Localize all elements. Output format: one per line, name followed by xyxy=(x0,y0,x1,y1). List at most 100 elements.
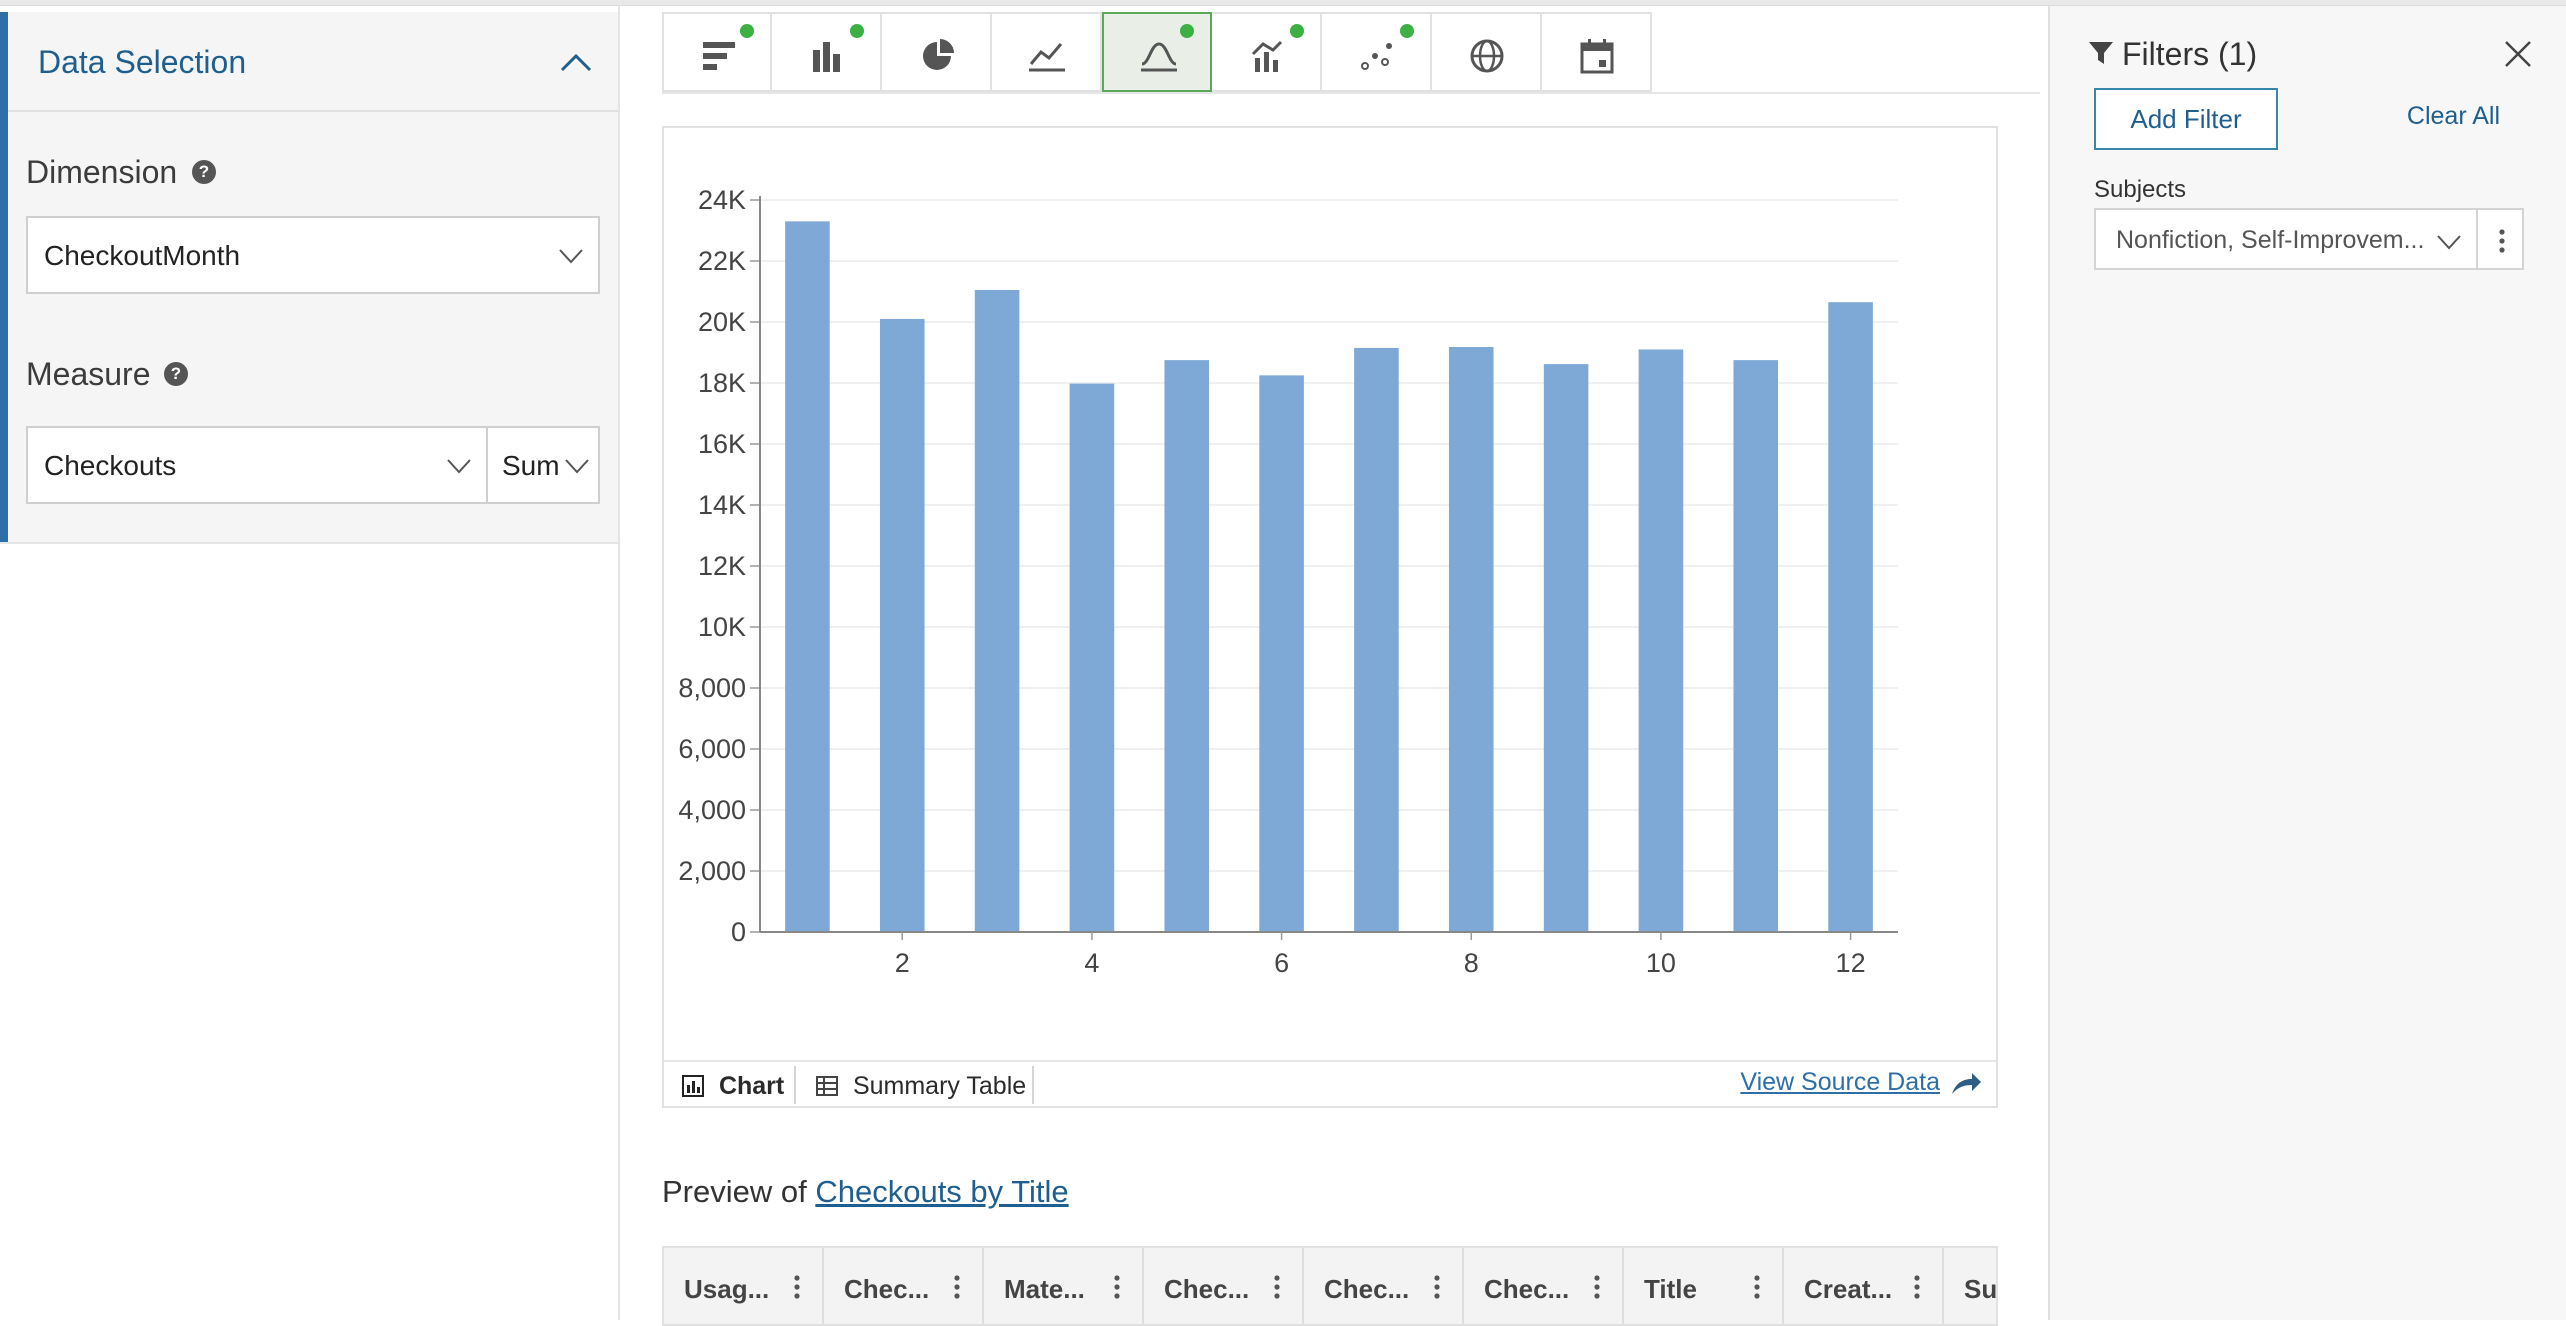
chevron-up-icon[interactable] xyxy=(556,42,596,82)
bar xyxy=(1733,360,1779,932)
column-chart-icon xyxy=(813,42,840,72)
kebab-menu-icon[interactable] xyxy=(1594,1274,1600,1300)
clear-all-link[interactable]: Clear All xyxy=(2407,102,2500,131)
bar xyxy=(1259,375,1304,932)
bar-chart: 0 2,000 4,000 6,000 8,000 10K 12K 14K 16K 18K 20K 2… xyxy=(678,185,1898,978)
measure-select-value: Checkouts xyxy=(44,450,177,481)
bar xyxy=(879,318,925,932)
data-selection-panel: Data Selection Dimension ? CheckoutMonth… xyxy=(0,6,620,1320)
kebab-menu-icon xyxy=(2499,229,2505,253)
y-tick-label: 10K xyxy=(698,612,746,642)
x-tick-label: 10 xyxy=(1646,948,1676,978)
data-selection-header[interactable]: Data Selection xyxy=(8,12,618,112)
x-tick-label: 8 xyxy=(1464,948,1479,978)
x-tick-label: 2 xyxy=(895,948,910,978)
y-tick-label: 20K xyxy=(698,307,746,337)
column-header-label: Usag... xyxy=(684,1274,770,1304)
preview-heading: Preview of Checkouts by Title xyxy=(662,1174,1069,1210)
subjects-filter-menu-button[interactable] xyxy=(2476,208,2524,270)
y-tick-label: 18K xyxy=(698,368,746,398)
line-chart-button[interactable] xyxy=(992,12,1102,92)
chart-tab[interactable]: Chart xyxy=(682,1066,784,1106)
close-icon[interactable] xyxy=(2502,38,2534,70)
kebab-menu-icon[interactable] xyxy=(1274,1274,1280,1300)
y-tick-label: 0 xyxy=(731,917,746,947)
combo-chart-button[interactable] xyxy=(1212,12,1322,92)
y-tick-label: 22K xyxy=(698,246,746,276)
y-tick-label: 4,000 xyxy=(678,795,746,825)
table-column-header[interactable]: Title xyxy=(1624,1248,1784,1324)
kebab-menu-icon[interactable] xyxy=(1434,1274,1440,1300)
kebab-menu-icon[interactable] xyxy=(794,1274,800,1300)
measure-select[interactable]: Checkouts xyxy=(26,426,488,504)
map-chart-button[interactable] xyxy=(1432,12,1542,92)
aggregation-select[interactable]: Sum xyxy=(486,426,600,504)
tab-divider xyxy=(1032,1066,1034,1104)
table-column-header[interactable]: Su xyxy=(1944,1248,1998,1324)
scatter-chart-button[interactable] xyxy=(1322,12,1432,92)
toolbar-divider xyxy=(662,92,2040,94)
scatter-chart-icon xyxy=(1361,43,1392,70)
kebab-menu-icon[interactable] xyxy=(954,1274,960,1300)
chart-card: 0 2,000 4,000 6,000 8,000 10K 12K 14K 16K 18K 20K 2… xyxy=(662,126,1998,1108)
add-filter-button[interactable]: Add Filter xyxy=(2094,88,2278,150)
combo-chart-icon xyxy=(1251,40,1283,72)
preview-prefix: Preview of xyxy=(662,1174,816,1209)
kebab-menu-icon[interactable] xyxy=(1114,1274,1120,1300)
measure-help-icon[interactable]: ? xyxy=(164,362,188,386)
status-dot xyxy=(740,24,754,38)
pie-chart-icon xyxy=(923,39,954,70)
distribution-chart-button[interactable] xyxy=(1102,12,1212,92)
table-column-header[interactable]: Mate... xyxy=(984,1248,1144,1324)
table-column-header[interactable]: Chec... xyxy=(1304,1248,1464,1324)
summary-table-tab-label: Summary Table xyxy=(852,1072,1027,1100)
pie-chart-button[interactable] xyxy=(882,12,992,92)
subjects-filter-value: Nonfiction, Self-Improvem... xyxy=(2116,226,2425,254)
column-header-label: Su xyxy=(1964,1274,1998,1304)
summary-table-tab[interactable]: Summary Table xyxy=(816,1066,1026,1106)
y-tick-label: 6,000 xyxy=(678,734,746,764)
chevron-down-icon xyxy=(2437,235,2461,250)
chart-type-toolbar xyxy=(662,12,1652,94)
bar xyxy=(1448,347,1494,932)
view-source-data-link[interactable]: View Source Data xyxy=(1740,1068,1940,1097)
column-header-label: Chec... xyxy=(1164,1274,1250,1304)
y-tick-label: 12K xyxy=(698,551,746,581)
bar xyxy=(785,221,830,933)
status-dot xyxy=(1180,24,1194,38)
column-chart-button[interactable] xyxy=(772,12,882,92)
chevron-down-icon xyxy=(559,249,583,264)
table-column-header[interactable]: Chec... xyxy=(1144,1248,1304,1324)
column-header-label: Mate... xyxy=(1004,1274,1085,1304)
x-tick-label: 12 xyxy=(1836,948,1866,978)
y-tick-label: 8,000 xyxy=(678,673,746,703)
globe-map-icon xyxy=(1470,39,1504,73)
kebab-menu-icon[interactable] xyxy=(1914,1274,1920,1300)
distribution-chart-icon xyxy=(1141,42,1177,72)
dimension-select-value: CheckoutMonth xyxy=(44,240,241,271)
bar xyxy=(1638,349,1684,932)
horizontal-bar-chart-icon xyxy=(703,42,735,70)
dataset-link[interactable]: Checkouts by Title xyxy=(815,1174,1068,1209)
kebab-menu-icon[interactable] xyxy=(1754,1274,1760,1300)
table-column-header[interactable]: Creat... xyxy=(1784,1248,1944,1324)
chevron-down-icon xyxy=(565,459,589,474)
data-selection-card: Data Selection Dimension ? CheckoutMonth… xyxy=(0,12,618,544)
column-header-label: Title xyxy=(1644,1274,1697,1304)
x-tick-label: 4 xyxy=(1084,948,1099,978)
subjects-filter-select[interactable]: Nonfiction, Self-Improvem... xyxy=(2094,208,2478,270)
y-tick-label: 24K xyxy=(698,185,746,215)
share-arrow-icon[interactable] xyxy=(1950,1070,1982,1098)
horizontal-bar-chart-button[interactable] xyxy=(662,12,772,92)
dimension-select[interactable]: CheckoutMonth xyxy=(26,216,600,294)
table-column-header[interactable]: Usag... xyxy=(664,1248,824,1324)
calendar-chart-button[interactable] xyxy=(1542,12,1652,92)
y-tick-label: 14K xyxy=(698,490,746,520)
chevron-down-icon xyxy=(447,459,471,474)
panel-accent-bar xyxy=(0,12,8,542)
table-column-header[interactable]: Chec... xyxy=(824,1248,984,1324)
subjects-filter-label: Subjects xyxy=(2094,176,2187,203)
dimension-help-icon[interactable]: ? xyxy=(192,160,216,184)
table-column-header[interactable]: Chec... xyxy=(1464,1248,1624,1324)
chart-tab-icon xyxy=(682,1075,704,1097)
